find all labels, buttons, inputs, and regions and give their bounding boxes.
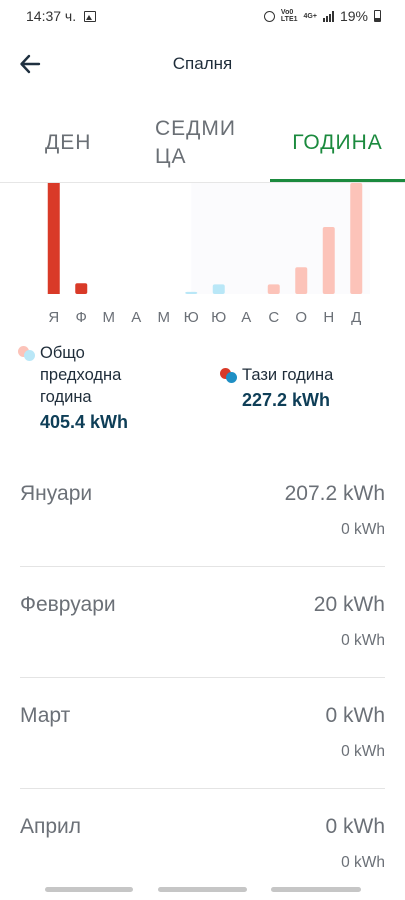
month-name: Март [20, 704, 71, 727]
month-previous-value: 0 kWh [341, 854, 385, 871]
battery-percent: 19% [339, 8, 368, 24]
month-previous-value: 0 kWh [341, 743, 385, 760]
x-tick-label: Ф [76, 309, 87, 326]
x-tick-label: Н [323, 309, 334, 326]
alarm-icon [263, 10, 275, 22]
month-current-value: 207.2 kWh [284, 482, 385, 505]
legend-current-dots-icon [220, 364, 242, 384]
x-tick-label: А [131, 309, 141, 326]
month-previous-value: 0 kWh [341, 632, 385, 649]
chart-legend: Общо предходна година 405.4 kWh Тази год… [0, 340, 405, 440]
legend-previous-dots-icon [18, 342, 40, 362]
status-right: Vo0 LTE1 4G+ 19% [263, 8, 381, 24]
month-row-january[interactable]: Януари 207.2 kWh 0 kWh [20, 456, 385, 567]
x-tick-label: Ю [184, 309, 199, 326]
network-bottom-text: LTE1 [280, 16, 298, 23]
current-year-bar [47, 183, 60, 294]
legend-current-text: Тази година 227.2 kWh [242, 364, 333, 414]
tab-week[interactable]: СЕДМИ ЦА [155, 104, 255, 182]
yearly-consumption-chart: ЯФМАМЮЮАСОНД [30, 183, 380, 331]
x-tick-label: А [241, 309, 251, 326]
month-list: Януари 207.2 kWh 0 kWh Февруари 20 kWh 0… [0, 456, 405, 900]
legend-previous-label: Общо предходна година [40, 344, 122, 406]
x-tick-label: Д [351, 309, 361, 326]
previous-year-bar [295, 267, 308, 294]
legend-current-year: Тази година 227.2 kWh [220, 364, 333, 414]
x-tick-label: Я [48, 309, 59, 326]
month-previous-value: 0 kWh [341, 521, 385, 538]
previous-year-bar [350, 183, 363, 294]
month-name: Април [20, 815, 82, 838]
legend-current-label: Тази година [242, 366, 334, 384]
current-dot-blue [226, 372, 237, 383]
month-row-february[interactable]: Февруари 20 kWh 0 kWh [20, 567, 385, 678]
tab-day[interactable]: ДЕН [45, 104, 145, 182]
legend-previous-text: Общо предходна година 405.4 kWh [40, 342, 128, 436]
battery-icon [374, 10, 381, 22]
nav-gesture-left[interactable] [45, 887, 133, 892]
x-tick-label: М [158, 309, 171, 326]
previous-year-bar [267, 284, 280, 294]
period-tabs: ДЕН СЕДМИ ЦА ГОДИНА [0, 104, 405, 182]
month-name: Февруари [20, 593, 116, 616]
gallery-icon [84, 10, 97, 22]
previous-year-bar [212, 284, 225, 294]
current-year-bar [75, 283, 88, 294]
signal-icon [322, 10, 334, 22]
x-tick-label: Ю [211, 309, 226, 326]
page-title: Спалня [172, 54, 233, 73]
month-current-value: 0 kWh [325, 815, 385, 838]
previous-dot-blue [24, 350, 35, 361]
chart-svg: ЯФМАМЮЮАСОНД [47, 183, 370, 326]
x-tick-label: С [268, 309, 279, 326]
x-tick-label: М [103, 309, 116, 326]
nav-gesture-right[interactable] [271, 887, 361, 892]
status-time: 14:37 ч. [26, 8, 77, 24]
app-header: Спалня [0, 32, 405, 96]
month-name: Януари [20, 482, 93, 505]
previous-year-bar [322, 227, 335, 294]
net-type-text: 4G+ [303, 12, 317, 20]
month-current-value: 20 kWh [313, 593, 385, 616]
network-top-text: Vo0 [280, 9, 294, 16]
month-current-value: 0 kWh [325, 704, 385, 727]
legend-current-value: 227.2 kWh [242, 390, 331, 410]
nav-gesture-center[interactable] [158, 887, 247, 892]
x-tick-label: О [295, 309, 307, 326]
month-row-april[interactable]: Април 0 kWh 0 kWh [20, 789, 385, 900]
month-row-march[interactable]: Март 0 kWh 0 kWh [20, 678, 385, 789]
legend-previous-year: Общо предходна година 405.4 kWh [18, 342, 128, 436]
status-left: 14:37 ч. [26, 8, 97, 24]
legend-previous-value: 405.4 kWh [40, 412, 129, 432]
network-indicator: Vo0 LTE1 [281, 9, 298, 23]
previous-year-bar [185, 291, 198, 294]
chart-plot-background [191, 183, 370, 294]
status-bar: 14:37 ч. Vo0 LTE1 4G+ 19% [0, 0, 405, 32]
tab-year[interactable]: ГОДИНА [270, 104, 405, 182]
